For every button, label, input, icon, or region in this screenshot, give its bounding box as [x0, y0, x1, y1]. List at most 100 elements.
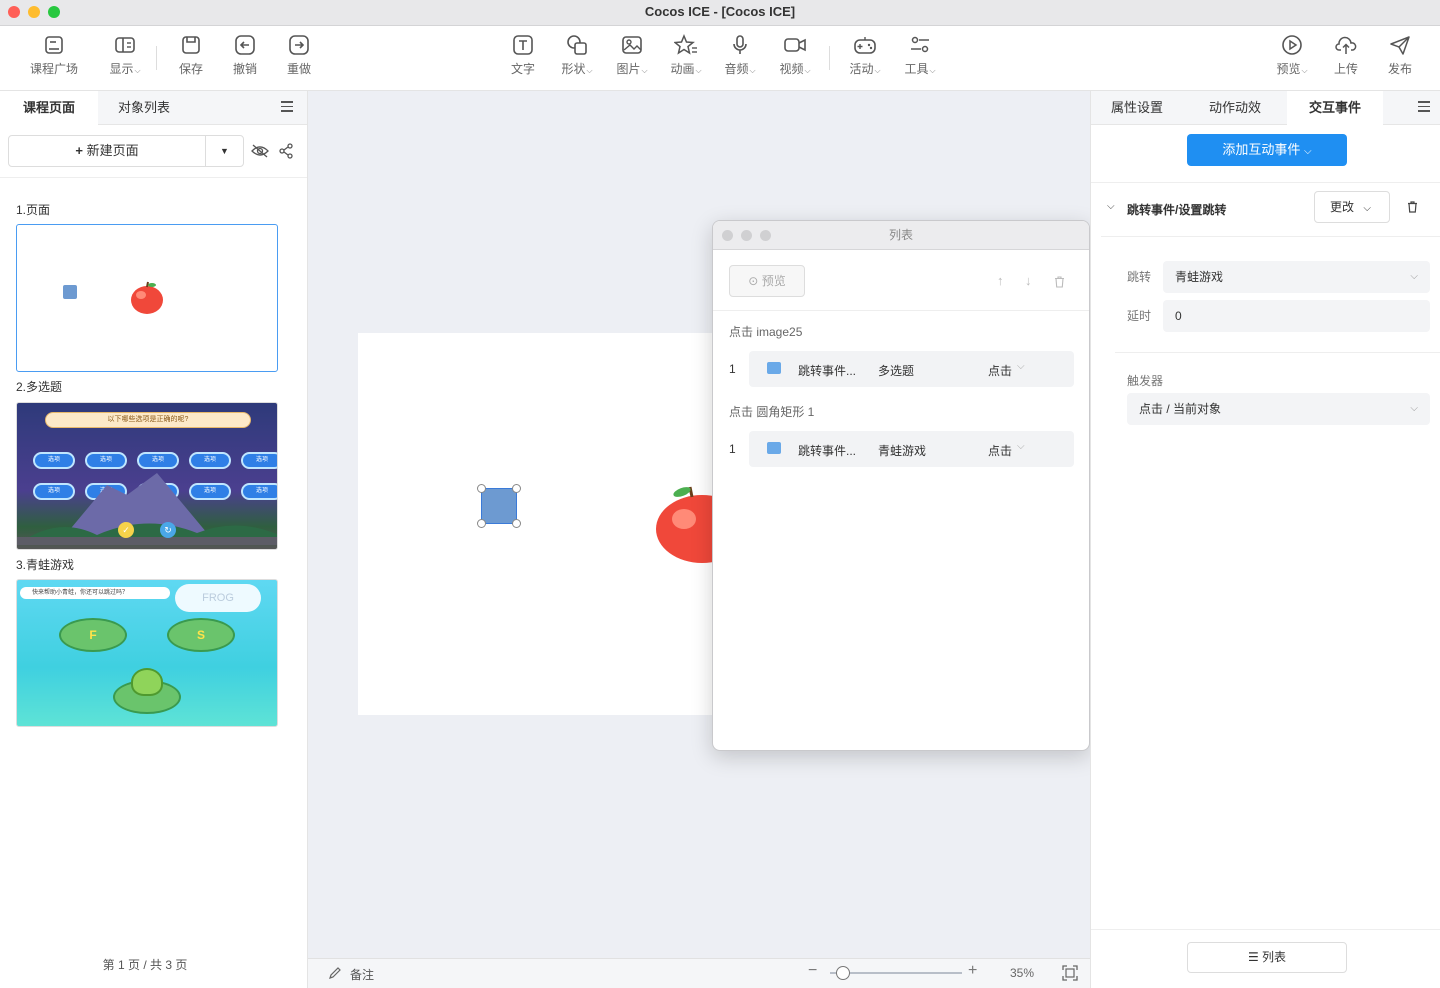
resize-handle[interactable] — [512, 519, 521, 528]
new-page-button[interactable]: + 新建页面 — [9, 136, 206, 166]
hide-eye-icon[interactable] — [251, 143, 269, 159]
event-title: 跳转事件/设置跳转 — [1127, 203, 1227, 217]
zoom-slider-thumb[interactable] — [836, 966, 851, 980]
chevron-down-icon: ⌵ — [1017, 441, 1025, 452]
mountain-illustration — [17, 473, 277, 545]
minimize-window-button[interactable] — [28, 6, 40, 18]
display-button[interactable]: 显示⌵ — [98, 34, 152, 77]
divider — [1091, 182, 1440, 183]
square-shape — [63, 285, 77, 299]
page-thumbnail-3[interactable]: 快来帮助小青蛙，你还可以跳过吗？ FROG F S — [16, 579, 278, 727]
tab-motion[interactable]: 动作动效 — [1187, 91, 1283, 125]
shape-tool-button[interactable]: 形状⌵ — [550, 34, 604, 77]
chevron-down-icon: ⌵ — [1410, 271, 1418, 282]
chevron-down-icon: ⌵ — [1363, 203, 1371, 214]
image-tool-button[interactable]: 图片⌵ — [605, 34, 659, 77]
resize-handle[interactable] — [477, 519, 486, 528]
add-interaction-button[interactable]: 添加互动事件 ⌵ — [1187, 134, 1347, 166]
delay-input[interactable]: 0 — [1163, 300, 1430, 332]
share-icon[interactable] — [279, 143, 293, 159]
apple-image25[interactable] — [654, 483, 718, 565]
shape-icon — [567, 35, 587, 55]
tools-button[interactable]: 工具⌵ — [893, 34, 947, 77]
group-header: 点击 圆角矩形 1 — [729, 405, 815, 419]
save-button[interactable]: 保存 — [164, 34, 218, 77]
preview-button[interactable]: ⊙ 预览 — [729, 265, 805, 297]
chevron-down-icon[interactable]: ⌵ — [1107, 201, 1115, 212]
upload-button[interactable]: 上传 — [1319, 34, 1373, 77]
left-panel: 课程页面 对象列表 + 新建页面 ▼ 1.页面 2.多选题 以下哪些选项是正确的… — [0, 91, 308, 988]
zoom-window-button[interactable] — [760, 230, 771, 241]
preview-button[interactable]: 预览⌵ — [1265, 34, 1319, 77]
apple-icon — [131, 281, 163, 314]
upload-icon — [1335, 36, 1357, 54]
chevron-down-icon: ⌵ — [695, 66, 702, 75]
tab-object-list[interactable]: 对象列表 — [98, 91, 190, 125]
rounded-rect-1[interactable] — [477, 484, 521, 528]
undo-button[interactable]: 撤销 — [218, 34, 272, 77]
canvas-bottom-bar: 备注 − + 35% — [308, 958, 1090, 988]
text-icon — [513, 35, 533, 55]
close-window-button[interactable] — [722, 230, 733, 241]
jump-target-select[interactable]: 青蛙游戏 ⌵ — [1163, 261, 1430, 293]
page-label: 1.页面 — [16, 203, 51, 217]
text-tool-button[interactable]: 文字 — [496, 34, 550, 77]
activity-tool-button[interactable]: 活动⌵ — [838, 34, 892, 77]
page-thumbnail-2[interactable]: 以下哪些选项是正确的呢? 选项选项选项选项选项选项选项选项选项选项 ✓ ↻ — [16, 402, 278, 550]
jump-event-icon — [767, 362, 781, 374]
chevron-down-icon: ⌵ — [586, 66, 593, 75]
page-thumbnail-1[interactable] — [16, 224, 278, 372]
arrow-down-icon[interactable]: ↓ — [1025, 273, 1032, 288]
fit-screen-icon[interactable] — [1062, 965, 1078, 981]
list-button[interactable]: ☰ 列表 — [1187, 942, 1347, 973]
minimize-window-button[interactable] — [741, 230, 752, 241]
page-label: 2.多选题 — [16, 380, 63, 394]
resize-handle[interactable] — [477, 484, 486, 493]
stage[interactable] — [358, 333, 718, 715]
redo-button[interactable]: 重做 — [272, 34, 326, 77]
video-tool-button[interactable]: 视频⌵ — [768, 34, 822, 77]
change-button[interactable]: 更改 ⌵ — [1314, 191, 1390, 223]
animation-tool-button[interactable]: 动画⌵ — [659, 34, 713, 77]
lily-pad-f: F — [59, 618, 127, 652]
resize-handle[interactable] — [512, 484, 521, 493]
divider — [1115, 352, 1440, 353]
chevron-down-icon: ⌵ — [134, 66, 141, 75]
close-window-button[interactable] — [8, 6, 20, 18]
trigger-select[interactable]: 点击 — [988, 362, 1012, 379]
send-icon — [1390, 36, 1410, 55]
trigger-select[interactable]: 点击 — [988, 442, 1012, 459]
trash-icon[interactable] — [1054, 276, 1065, 288]
course-plaza-icon — [45, 36, 63, 54]
list-icon: ☰ — [1247, 950, 1263, 964]
redo-icon — [289, 35, 309, 55]
divider — [0, 177, 307, 178]
chevron-down-icon: ⌵ — [1301, 66, 1308, 75]
tab-properties[interactable]: 属性设置 — [1091, 91, 1183, 125]
menu-icon[interactable] — [1418, 101, 1430, 112]
course-plaza-button[interactable]: 课程广场 — [27, 34, 81, 77]
plus-icon: + — [75, 143, 87, 158]
zoom-level: 35% — [1010, 966, 1035, 980]
zoom-out-button[interactable]: − — [808, 962, 817, 980]
zoom-in-button[interactable]: + — [968, 962, 977, 980]
zoom-window-button[interactable] — [48, 6, 60, 18]
audio-tool-button[interactable]: 音频⌵ — [713, 34, 767, 77]
trash-icon[interactable] — [1407, 201, 1418, 213]
event-row[interactable]: 跳转事件... 青蛙游戏 点击 ⌵ — [749, 431, 1074, 467]
list-window-title: 列表 — [888, 228, 913, 242]
new-page-dropdown[interactable]: ▼ — [206, 136, 243, 166]
chevron-down-icon: ⌵ — [804, 66, 811, 75]
trigger-select[interactable]: 点击 / 当前对象 ⌵ — [1127, 393, 1430, 425]
chevron-down-icon: ⌵ — [749, 66, 756, 75]
notes-button[interactable]: 备注 — [350, 966, 374, 983]
tab-interactions[interactable]: 交互事件 — [1287, 91, 1383, 125]
delay-label: 延时 — [1127, 309, 1152, 323]
menu-icon[interactable] — [281, 101, 293, 112]
event-row[interactable]: 跳转事件... 多选题 点击 ⌵ — [749, 351, 1074, 387]
publish-button[interactable]: 发布 — [1373, 34, 1427, 77]
row-index: 1 — [729, 362, 736, 376]
tab-course-pages[interactable]: 课程页面 — [0, 91, 98, 125]
refresh-icon: ↻ — [160, 522, 176, 538]
arrow-up-icon[interactable]: ↑ — [997, 273, 1004, 288]
